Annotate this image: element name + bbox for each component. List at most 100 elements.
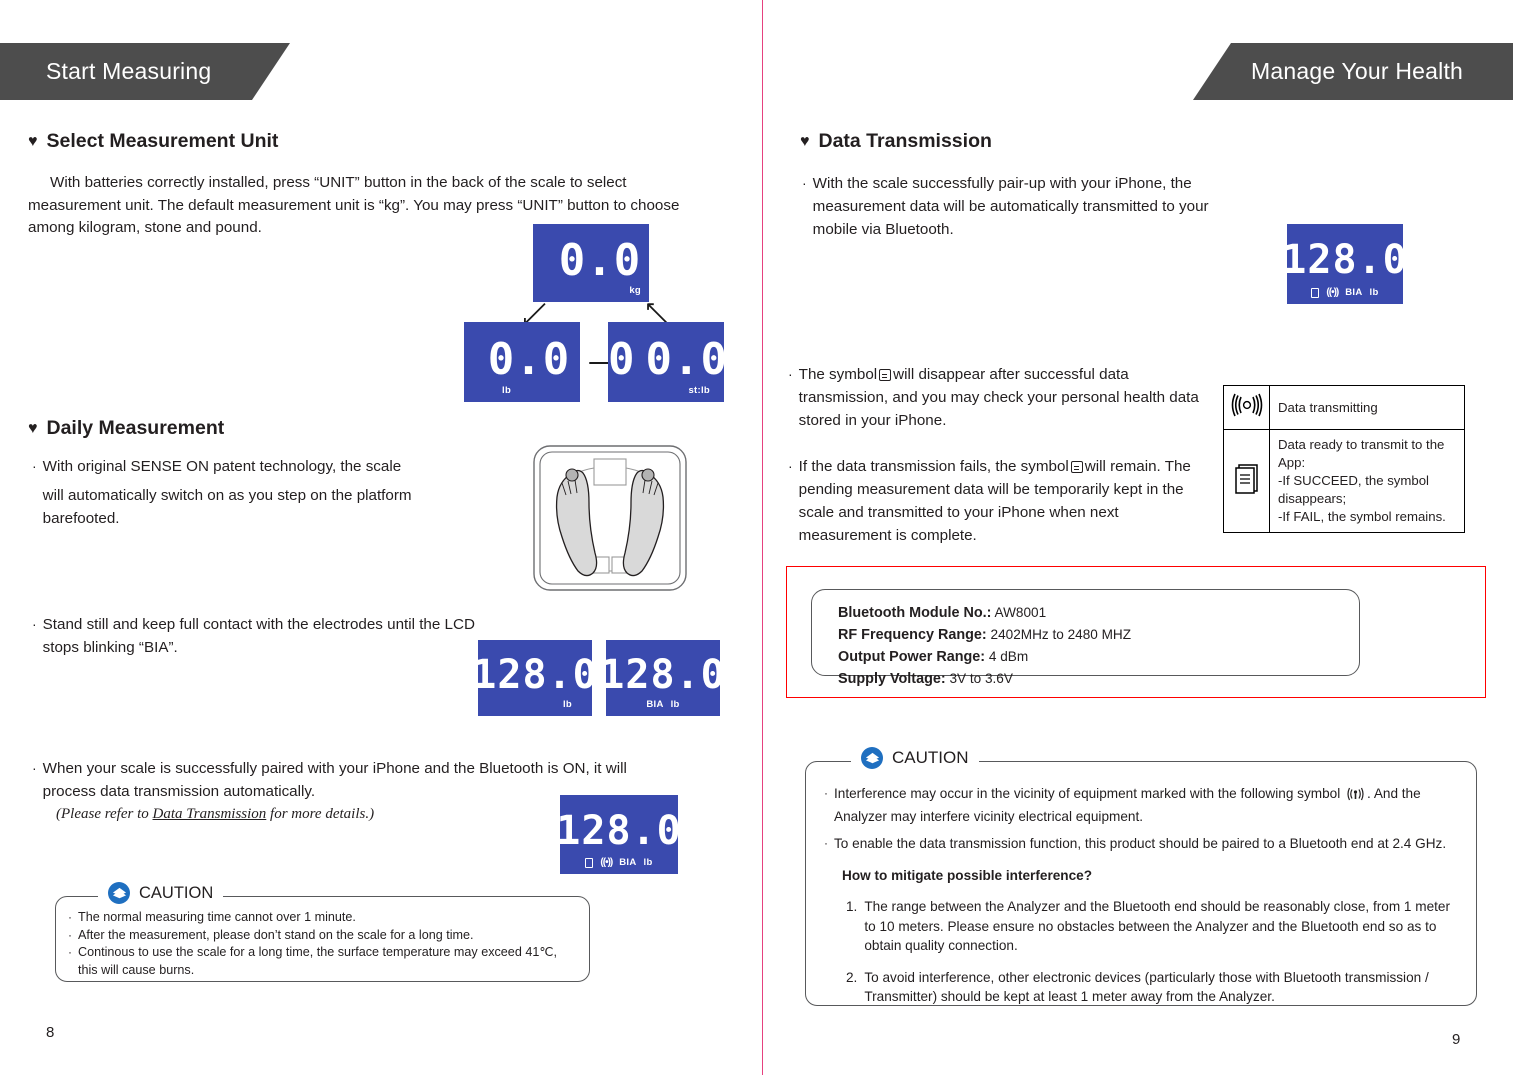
lcd-paired-unit: lb [643, 857, 653, 868]
symbol-legend-table: Data transmitting Data ready to transmit… [1223, 385, 1465, 533]
page-number-left: 8 [46, 1024, 55, 1041]
caution-item: · The normal measuring time cannot over 1… [68, 909, 575, 927]
lcd-weight-bia-foot-row: BIA lb [606, 699, 720, 710]
lcd-paired-foot-row: ((•)) BIA lb [560, 857, 678, 868]
data-bullet-3-prefix: If the data transmission fails, the symb… [798, 458, 1069, 475]
left-page: Start Measuring ♥ Select Measurement Uni… [0, 0, 762, 1075]
bullet-dot-icon: · [788, 458, 793, 474]
banner-start-measuring: Start Measuring [0, 43, 290, 100]
data-bullet-2: · The symbol will disappear after success… [788, 363, 1203, 432]
note-link-data-transmission[interactable]: Data Transmission [153, 806, 267, 822]
bullet-dot-icon: · [824, 786, 828, 800]
bullet-dot-icon: · [824, 836, 828, 850]
caution-item: · After the measurement, please don’t sta… [68, 927, 575, 945]
lcd-lb-unit: lb [502, 385, 512, 396]
caution-item-number: 2. [846, 969, 858, 985]
daily-bullet-1-line1: With original SENSE ON patent technology… [42, 458, 402, 475]
section-heading-text: Data Transmission [818, 130, 992, 152]
lcd-bia-label: BIA [646, 699, 664, 710]
right-page: Manage Your Health ♥ Data Transmission ·… [762, 0, 1513, 1075]
caution-icon [108, 882, 130, 904]
caution-bullet-2-text: To enable the data transmission function… [834, 836, 1447, 851]
banner-title-left: Start Measuring [46, 58, 212, 84]
caution-numbered-item: 2. To avoid interference, other electron… [846, 968, 1454, 1007]
caution-box-right: CAUTION · Interference may occur in the … [805, 747, 1477, 1007]
data-bullet-1: · With the scale successfully pair-up wi… [802, 172, 1217, 241]
caution-title-right: CAUTION [892, 748, 969, 767]
lcd-paired-bia-label: BIA [619, 857, 637, 868]
lcd-stlb-values: 0 0.0 [608, 338, 728, 382]
lcd-weight-bia-value: 128.0 [600, 652, 726, 698]
caution-item-number: 1. [846, 899, 858, 914]
data-bullet-1-text: With the scale successfully pair-up with… [812, 175, 1209, 238]
section-heading-data-transmission: ♥ Data Transmission [800, 130, 992, 153]
document-pending-icon [879, 369, 892, 381]
lcd-display-paired: 128.0 ((•)) BIA lb [556, 795, 681, 874]
bullet-dot-icon: · [32, 760, 37, 776]
note-prefix: (Please refer to [56, 806, 153, 822]
lcd-lb-unit-row: lb [502, 385, 511, 396]
lcd-stlb-lb-value: 0.0 [645, 334, 728, 385]
data-transmitting-icon [1231, 393, 1262, 417]
bluetooth-spec-box: Bluetooth Module No.: AW8001 RF Frequenc… [811, 589, 1360, 687]
symbol-cell-pending [1223, 429, 1270, 533]
data-bullet-3-text: If the data transmission fails, the symb… [799, 455, 1208, 547]
bullet-dot-icon: · [68, 945, 72, 959]
read-instructions-glyph [865, 752, 879, 763]
daily-bullet-1-text: With original SENSE ON patent technology… [43, 455, 472, 530]
lcd-transmit-value: 128.0 [1282, 237, 1408, 283]
section-heading-daily-measurement: ♥ Daily Measurement [28, 417, 224, 440]
bullet-dot-icon: · [802, 175, 807, 191]
caution-title-left: CAUTION [139, 883, 214, 902]
bullet-dot-icon: · [68, 910, 72, 924]
document-pending-icon [1070, 461, 1083, 473]
read-instructions-glyph [112, 887, 126, 898]
data-bullet-2-text: The symbol will disappear after successfu… [799, 363, 1203, 432]
lcd-weight-bia-unit: lb [670, 699, 680, 710]
caution-body-right: · Interference may occur in the vicinity… [806, 762, 1476, 1007]
symbol-label-pending: Data ready to transmit to the App: -If S… [1269, 429, 1465, 533]
lcd-stlb-unit: st:lb [688, 385, 710, 396]
spec-label: Bluetooth Module No.: [838, 605, 992, 621]
lcd-display-stlb: 0 0.0 st:lb [608, 322, 727, 402]
symbol-cell-transmitting [1223, 385, 1270, 430]
document-pending-icon [1234, 463, 1258, 494]
caution-heading-left: CAUTION [98, 882, 224, 904]
scale-feet-svg [533, 445, 687, 591]
spec-line: RF Frequency Range: 2402MHz to 2480 MHZ [838, 624, 1359, 646]
document-pending-icon [1311, 287, 1320, 298]
scale-platform-illustration [531, 443, 689, 598]
bullet-dot-icon: · [68, 927, 72, 942]
table-row: Data ready to transmit to the App: -If S… [1223, 429, 1465, 533]
bullet-dot-icon: · [32, 616, 37, 632]
spec-label: Output Power Range: [838, 649, 986, 665]
spec-value: 3V to 3.6V [949, 671, 1013, 686]
lcd-lb-value: 0.0 [487, 334, 571, 385]
section-heading-select-measurement-unit: ♥ Select Measurement Unit [28, 130, 278, 153]
bluetooth-spec-lines: Bluetooth Module No.: AW8001 RF Frequenc… [812, 590, 1359, 690]
lcd-weight-value: 128.0 [472, 652, 598, 698]
lcd-stlb-unit-row: st:lb [688, 385, 710, 396]
caution-item-text: After the measurement, please don’t stan… [78, 927, 474, 942]
caution-item: · Continous to use the scale for a long t… [68, 944, 575, 979]
lcd-transmit-bia-label: BIA [1345, 287, 1363, 298]
daily-bullet-2: · Stand still and keep full contact with… [32, 613, 477, 659]
caution-item-text: The range between the Analyzer and the B… [864, 899, 1451, 953]
spec-value: 4 dBm [988, 649, 1029, 664]
caution-bullet-2: · To enable the data transmission functi… [824, 834, 1454, 854]
section-heading-text: Select Measurement Unit [46, 130, 279, 152]
caution-bullet-1: · Interference may occur in the vicinity… [824, 784, 1454, 826]
caution-box-left: CAUTION · The normal measuring time canno… [55, 882, 590, 982]
lcd-display-lb: 0.0 lb [464, 322, 580, 402]
lcd-kg-unit-row: kg [629, 285, 641, 296]
caution-item-text: Continous to use the scale for a long ti… [78, 945, 557, 977]
heart-bullet-icon: ♥ [28, 132, 38, 150]
rf-wave-glyph [1347, 787, 1364, 801]
lcd-paired-value: 128.0 [556, 807, 682, 854]
page-number-right: 9 [1452, 1031, 1461, 1048]
caution-item-text: To avoid interference, other electronic … [864, 969, 1429, 1005]
data-transmitting-icon: ((•)) [600, 857, 613, 868]
spec-line: Supply Voltage: 3V to 3.6V [838, 668, 1359, 690]
data-transmission-reference-note: (Please refer to Data Transmission for m… [56, 806, 374, 823]
heart-bullet-icon: ♥ [28, 419, 38, 437]
